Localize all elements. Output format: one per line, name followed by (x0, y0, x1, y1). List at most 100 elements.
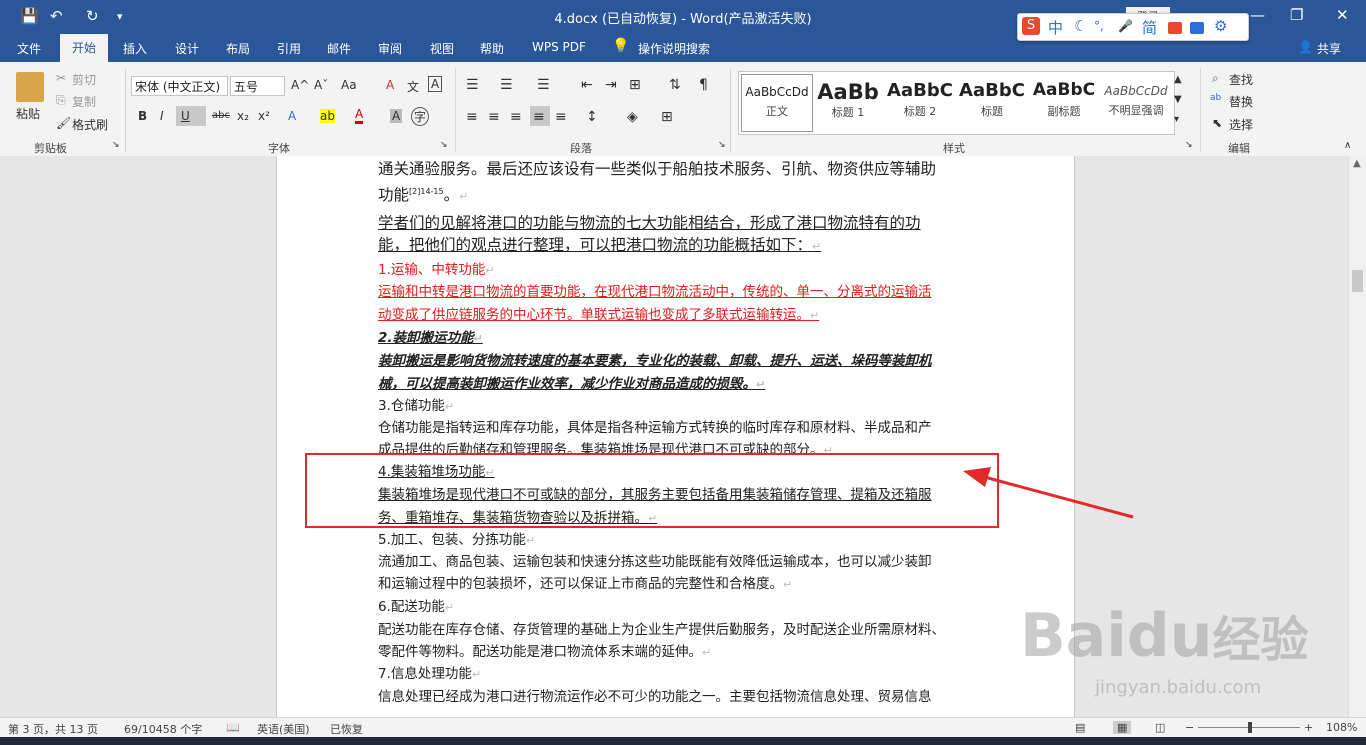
video-icon[interactable] (1168, 22, 1182, 34)
style-heading1[interactable]: AaBb 标题 1 (813, 74, 883, 130)
clipboard-launcher-icon[interactable]: ↘ (112, 140, 120, 150)
tab-insert[interactable]: 插入 (123, 40, 147, 57)
moon-icon[interactable]: ☾ (1074, 17, 1087, 35)
copy-icon[interactable]: ⎘ (56, 93, 66, 108)
font-size-combo[interactable]: 五号 (230, 76, 285, 96)
highlight-icon[interactable]: ab (320, 109, 335, 123)
tab-home[interactable]: 开始 (60, 34, 109, 62)
styles-launcher-icon[interactable]: ↘ (1185, 140, 1193, 150)
styles-scroll-up-icon[interactable]: ▲ (1174, 74, 1182, 85)
skin-icon[interactable] (1190, 22, 1204, 34)
style-heading2[interactable]: AaBbC 标题 2 (885, 74, 955, 130)
subscript-button[interactable]: x₂ (237, 109, 249, 123)
tab-help[interactable]: 帮助 (480, 40, 504, 57)
share-button[interactable]: 共享 (1317, 40, 1341, 57)
language-status[interactable]: 英语(美国) (257, 721, 310, 737)
paste-icon[interactable] (16, 72, 44, 102)
numbering-icon[interactable]: ☰ (500, 77, 513, 93)
style-normal[interactable]: AaBbCcDd 正文 (741, 74, 813, 132)
style-subtitle[interactable]: AaBbC 副标题 (1029, 74, 1099, 130)
proofing-icon[interactable]: 📖 (226, 721, 240, 734)
grow-font-icon[interactable]: A^ (291, 78, 309, 92)
borders-icon[interactable]: ⊞ (661, 109, 673, 125)
tab-view[interactable]: 视图 (430, 40, 454, 57)
superscript-button[interactable]: x² (258, 109, 270, 123)
tab-wps-pdf[interactable]: WPS PDF (532, 40, 586, 54)
replace-button[interactable]: 替换 (1229, 93, 1253, 110)
find-icon[interactable]: ⌕ (1212, 71, 1219, 86)
tab-design[interactable]: 设计 (175, 40, 199, 57)
word-count[interactable]: 69/10458 个字 (124, 721, 202, 737)
underline-button[interactable]: U (181, 109, 190, 123)
strikethrough-button[interactable]: abc (212, 110, 230, 121)
punctuation-icon[interactable]: °, (1094, 19, 1104, 33)
decrease-indent-icon[interactable]: ⇤ (581, 77, 593, 93)
web-layout-icon[interactable]: ◫ (1155, 721, 1165, 734)
tab-review[interactable]: 审阅 (378, 40, 402, 57)
char-shading-icon[interactable]: A (390, 109, 403, 123)
read-mode-icon[interactable]: ▤ (1075, 721, 1085, 734)
shading-icon[interactable]: ◈ (627, 109, 638, 125)
style-title[interactable]: AaBbC 标题 (957, 74, 1027, 130)
align-left-icon[interactable]: ≡ (466, 109, 478, 125)
clear-format-icon[interactable]: A (386, 78, 394, 92)
tab-file[interactable]: 文件 (17, 40, 41, 57)
replace-icon[interactable]: ab (1210, 93, 1221, 103)
char-border-icon[interactable]: A (428, 76, 443, 92)
share-icon[interactable]: 👤 (1298, 40, 1313, 54)
zoom-level[interactable]: 108% (1326, 721, 1357, 734)
cut-button[interactable]: 剪切 (72, 71, 96, 88)
scroll-up-icon[interactable]: ▲ (1353, 158, 1361, 169)
styles-scroll-down-icon[interactable]: ▼ (1174, 94, 1182, 105)
styles-more-icon[interactable]: ▾ (1174, 114, 1179, 125)
zoom-slider-thumb[interactable] (1248, 722, 1252, 733)
line-spacing-icon[interactable]: ↕ (586, 109, 598, 125)
select-icon[interactable]: ⬉ (1212, 116, 1222, 130)
simplified-icon[interactable]: 简 (1142, 17, 1157, 38)
font-launcher-icon[interactable]: ↘ (440, 140, 448, 150)
select-button[interactable]: 选择 (1229, 116, 1253, 133)
style-subtle-emphasis[interactable]: AaBbCcDd 不明显强调 (1101, 74, 1171, 130)
restore-button[interactable]: ❐ (1290, 6, 1303, 24)
justify-icon[interactable]: ≡ (533, 109, 545, 125)
phonetic-guide-icon[interactable]: 文 (407, 78, 419, 95)
bold-button[interactable]: B (138, 109, 147, 123)
increase-indent-icon[interactable]: ⇥ (605, 77, 617, 93)
vertical-scrollbar[interactable]: ▲ (1348, 156, 1366, 717)
collapse-ribbon-icon[interactable]: ∧ (1344, 140, 1351, 151)
chinese-layout-icon[interactable]: ⊞ (629, 77, 641, 93)
page-count[interactable]: 第 3 页，共 13 页 (8, 721, 98, 737)
cut-icon[interactable]: ✂ (56, 71, 66, 85)
tell-me-search[interactable]: 操作说明搜索 (638, 40, 710, 57)
print-layout-icon[interactable]: ▦ (1113, 721, 1132, 734)
format-painter-icon[interactable]: 🖌 (56, 116, 71, 130)
distributed-icon[interactable]: ≡ (555, 109, 567, 125)
sort-icon[interactable]: ⇅ (669, 77, 681, 93)
paragraph-launcher-icon[interactable]: ↘ (718, 140, 726, 150)
align-center-icon[interactable]: ≡ (488, 109, 500, 125)
ime-toolbar[interactable]: S 中 ☾ °, 🎤 简 ⚙ (1017, 13, 1249, 41)
paste-button[interactable]: 粘贴 (16, 105, 40, 122)
copy-button[interactable]: 复制 (72, 93, 96, 110)
tab-mailings[interactable]: 邮件 (327, 40, 351, 57)
scroll-thumb[interactable] (1352, 270, 1363, 292)
font-color-icon[interactable]: A (355, 107, 364, 124)
format-painter-button[interactable]: 格式刷 (72, 116, 108, 133)
close-button[interactable]: ✕ (1336, 6, 1349, 24)
minimize-button[interactable]: — (1250, 6, 1265, 24)
show-marks-icon[interactable]: ¶ (699, 77, 708, 93)
enclose-char-icon[interactable]: 字 (411, 107, 430, 126)
chinese-mode-icon[interactable]: 中 (1048, 17, 1063, 38)
find-button[interactable]: 查找 (1229, 71, 1253, 88)
mic-icon[interactable]: 🎤 (1118, 19, 1133, 33)
italic-button[interactable]: I (160, 109, 164, 123)
bullets-icon[interactable]: ☰ (466, 77, 479, 93)
document-page[interactable]: 通关通验服务。最后还应该设有一些类似于船舶技术服务、引航、物资供应等辅助 功能[… (276, 156, 1075, 717)
zoom-out-button[interactable]: − (1185, 721, 1194, 734)
zoom-in-button[interactable]: + (1304, 721, 1313, 734)
text-effect-icon[interactable]: A (288, 109, 296, 123)
shrink-font-icon[interactable]: Aˇ (314, 78, 328, 92)
change-case-icon[interactable]: Aa (341, 78, 357, 92)
font-name-combo[interactable]: 宋体 (中文正文) (131, 76, 228, 96)
ime-settings-icon[interactable]: ⚙ (1214, 17, 1227, 35)
